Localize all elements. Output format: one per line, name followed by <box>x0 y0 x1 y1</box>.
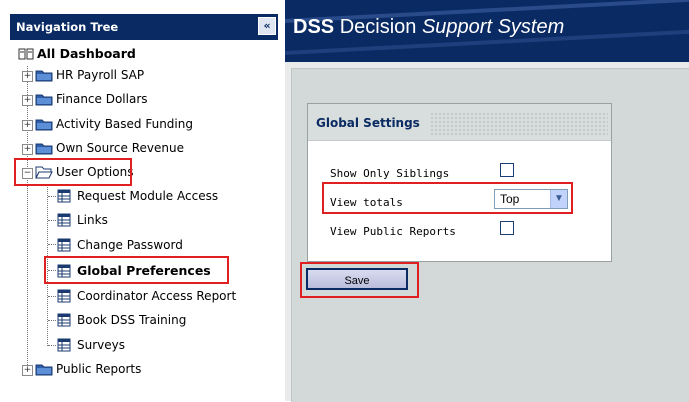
card-header: Global Settings <box>308 104 611 141</box>
highlight-save-button <box>300 262 419 298</box>
navigation-title: Navigation Tree <box>16 20 119 34</box>
tree-node-surveys[interactable]: Surveys <box>57 338 125 352</box>
report-icon <box>57 213 71 227</box>
view-public-reports-checkbox[interactable] <box>500 221 514 235</box>
expand-icon[interactable]: + <box>22 71 33 82</box>
collapse-nav-button[interactable]: « <box>258 17 276 35</box>
tree-connector <box>48 345 56 346</box>
report-icon <box>57 189 71 203</box>
tree-node-hr-payroll[interactable]: + HR Payroll SAP <box>22 68 144 82</box>
highlight-user-options <box>14 158 132 186</box>
folder-icon <box>35 119 53 131</box>
app-banner: DSS Decision Support System <box>285 0 689 62</box>
tree-connector <box>48 220 56 221</box>
tree-node-change-password[interactable]: Change Password <box>57 238 183 252</box>
report-icon <box>57 313 71 327</box>
card-title: Global Settings <box>316 116 420 130</box>
view-public-reports-label: View Public Reports <box>330 225 456 238</box>
tree-connector <box>48 320 56 321</box>
report-icon <box>57 238 71 252</box>
tree-node-label: Change Password <box>77 238 183 252</box>
tree-node-label: Activity Based Funding <box>56 117 193 131</box>
app-title-support: Support <box>421 16 493 38</box>
app-title-decision: Decision <box>339 16 417 38</box>
app-title-dss: DSS <box>293 16 335 38</box>
navigation-header: Navigation Tree « <box>10 14 278 40</box>
tree-connector <box>27 66 28 371</box>
tree-node-label: Request Module Access <box>77 189 219 203</box>
show-only-siblings-label: Show Only Siblings <box>330 167 450 180</box>
folder-icon <box>35 70 53 82</box>
tree-node-activity-based-funding[interactable]: + Activity Based Funding <box>22 117 193 131</box>
expand-icon[interactable]: + <box>22 144 33 155</box>
tree-root-all-dashboard[interactable]: All Dashboard <box>18 46 136 61</box>
tree-connector <box>48 196 56 197</box>
tree-node-own-source-revenue[interactable]: + Own Source Revenue <box>22 141 184 155</box>
expand-icon[interactable]: + <box>22 95 33 106</box>
tree-connector <box>48 296 56 297</box>
tree-connector <box>48 244 56 245</box>
highlight-global-preferences <box>44 256 229 284</box>
show-only-siblings-checkbox[interactable] <box>500 163 514 177</box>
expand-icon[interactable]: + <box>22 365 33 376</box>
folder-icon <box>35 94 53 106</box>
folder-icon <box>35 143 53 155</box>
highlight-view-totals <box>322 182 573 214</box>
navigation-panel: Navigation Tree « All Dashboard + HR Payr… <box>0 0 280 401</box>
tree-node-label: Links <box>77 213 108 227</box>
tree-node-label: Own Source Revenue <box>56 141 184 155</box>
tree-node-coordinator-access-report[interactable]: Coordinator Access Report <box>57 289 236 303</box>
expand-icon[interactable]: + <box>22 120 33 131</box>
tree-node-label: Public Reports <box>56 362 142 376</box>
report-icon <box>57 289 71 303</box>
tree-node-public-reports[interactable]: + Public Reports <box>22 362 141 376</box>
header-pattern <box>430 112 608 136</box>
tree-root-label: All Dashboard <box>37 46 136 61</box>
folder-icon <box>35 364 53 376</box>
tree-node-label: Finance Dollars <box>56 92 148 106</box>
report-icon <box>57 338 71 352</box>
tree-node-links[interactable]: Links <box>57 213 108 227</box>
tree-node-finance-dollars[interactable]: + Finance Dollars <box>22 92 148 106</box>
tree-node-label: Coordinator Access Report <box>77 289 237 303</box>
tree-node-label: HR Payroll SAP <box>56 68 145 82</box>
app-title: DSS Decision Support System <box>293 16 564 39</box>
tree-node-label: Book DSS Training <box>77 313 187 327</box>
dashboard-icon <box>18 48 34 60</box>
tree-node-book-dss-training[interactable]: Book DSS Training <box>57 313 186 327</box>
tree-node-label: Surveys <box>77 338 125 352</box>
app-title-system: System <box>497 16 565 38</box>
tree-node-request-module-access[interactable]: Request Module Access <box>57 189 218 203</box>
